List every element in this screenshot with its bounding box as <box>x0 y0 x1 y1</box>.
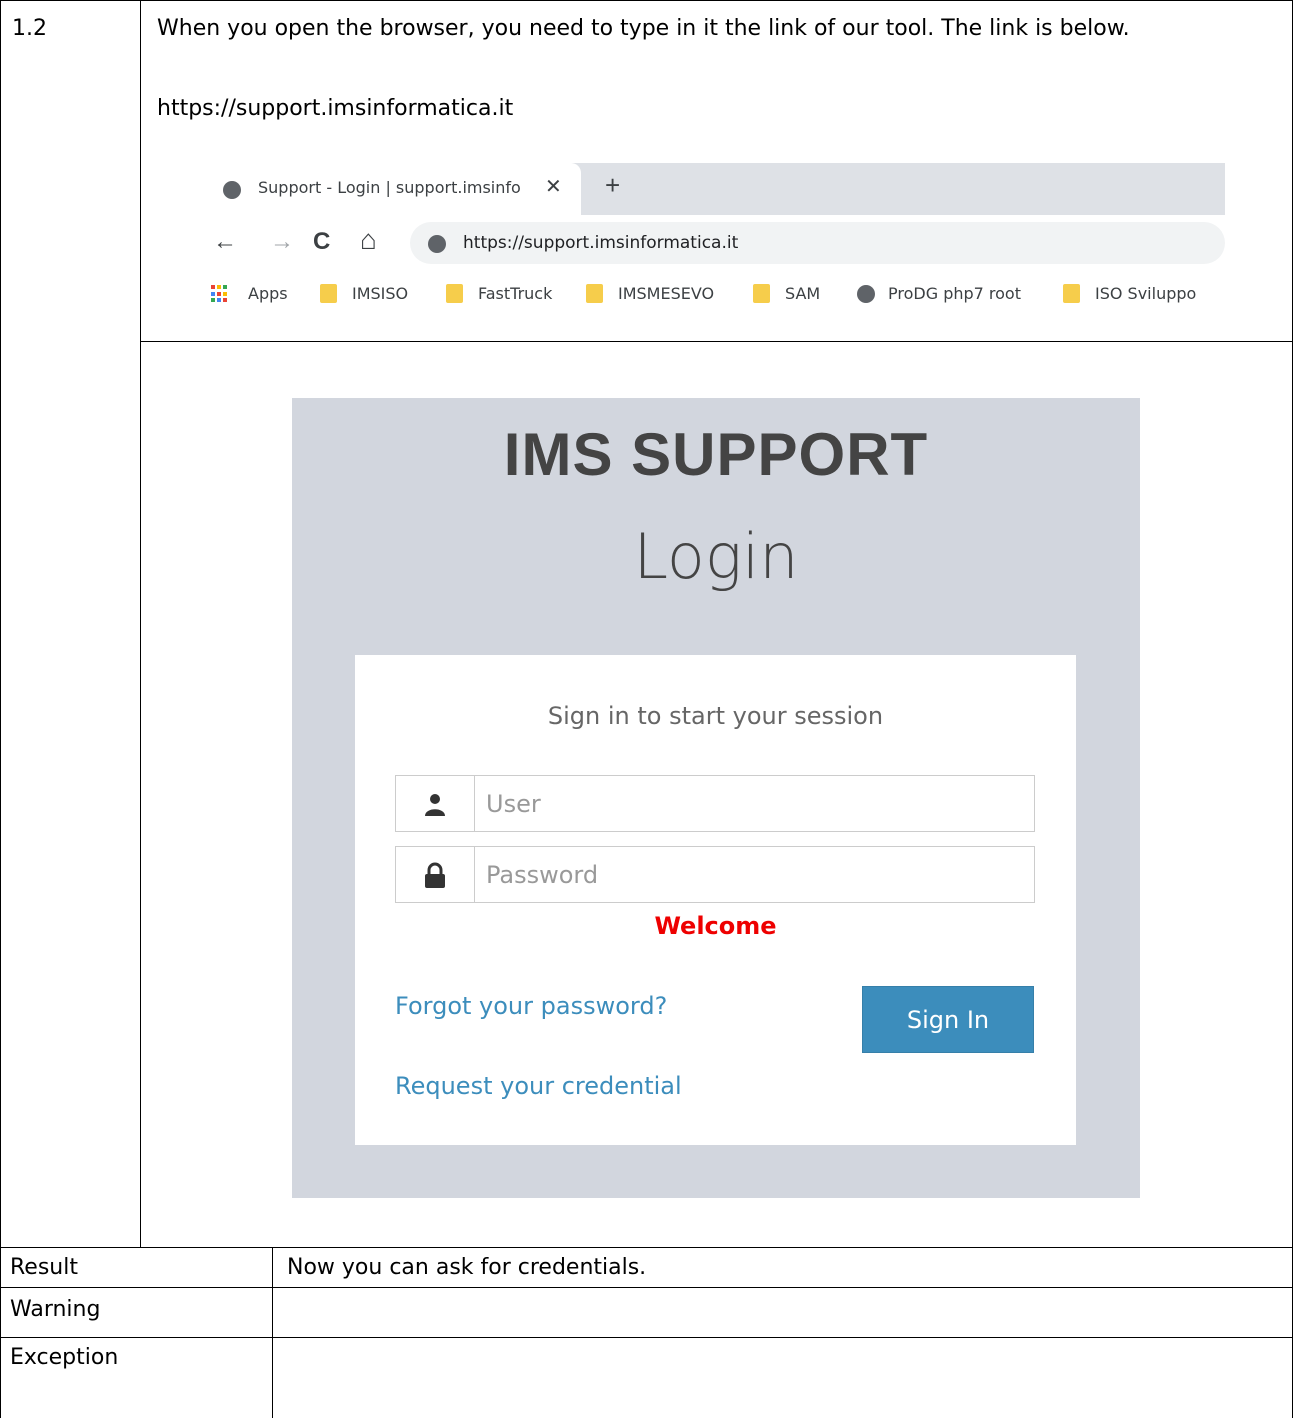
folder-icon <box>586 284 603 303</box>
globe-icon <box>223 181 241 199</box>
bookmark-fasttruck[interactable]: FastTruck <box>478 284 552 303</box>
password-field <box>395 846 1035 903</box>
lock-icon <box>396 847 475 902</box>
folder-icon <box>446 284 463 303</box>
user-input[interactable] <box>486 776 1016 831</box>
session-message: Sign in to start your session <box>547 702 884 730</box>
exception-label: Exception <box>10 1345 119 1370</box>
step-instruction: When you open the browser, you need to t… <box>157 16 1130 41</box>
site-info-icon[interactable] <box>428 235 446 253</box>
login-title: Login <box>633 520 799 593</box>
bookmark-sam[interactable]: SAM <box>785 284 820 303</box>
warning-label: Warning <box>10 1297 101 1322</box>
home-icon[interactable]: ⌂ <box>360 224 377 256</box>
result-value: Now you can ask for credentials. <box>287 1255 647 1280</box>
password-input[interactable] <box>486 847 1016 902</box>
apps-grid-icon <box>211 285 229 303</box>
bookmark-imsiso[interactable]: IMSISO <box>352 284 408 303</box>
brand-title: IMS SUPPORT <box>503 421 929 488</box>
user-field <box>395 775 1035 832</box>
sign-in-button[interactable]: Sign In <box>862 986 1034 1053</box>
folder-icon <box>753 284 770 303</box>
close-tab-icon[interactable]: ✕ <box>545 174 562 199</box>
folder-icon <box>1063 284 1080 303</box>
back-arrow-icon[interactable]: ← <box>213 228 237 256</box>
request-credential-link[interactable]: Request your credential <box>395 1072 682 1100</box>
step-number: 1.2 <box>12 16 47 41</box>
bookmark-iso-sviluppo[interactable]: ISO Sviluppo <box>1095 284 1196 303</box>
reload-icon[interactable]: C <box>313 228 330 256</box>
bookmark-apps[interactable]: Apps <box>248 284 288 303</box>
bookmark-imsmesevo[interactable]: IMSMESEVO <box>618 284 714 303</box>
forward-arrow-icon[interactable]: → <box>270 228 294 256</box>
step-url: https://support.imsinformatica.it <box>157 96 514 121</box>
folder-icon <box>320 284 337 303</box>
tab-title: Support - Login | support.imsinfo <box>258 178 521 197</box>
user-icon <box>396 776 475 831</box>
bookmark-prodg[interactable]: ProDG php7 root <box>888 284 1021 303</box>
forgot-password-link[interactable]: Forgot your password? <box>395 992 667 1020</box>
globe-icon <box>857 285 875 303</box>
result-label: Result <box>10 1255 78 1280</box>
new-tab-button[interactable]: + <box>605 170 620 201</box>
address-bar-url: https://support.imsinformatica.it <box>463 233 739 253</box>
welcome-message: Welcome <box>654 912 777 940</box>
